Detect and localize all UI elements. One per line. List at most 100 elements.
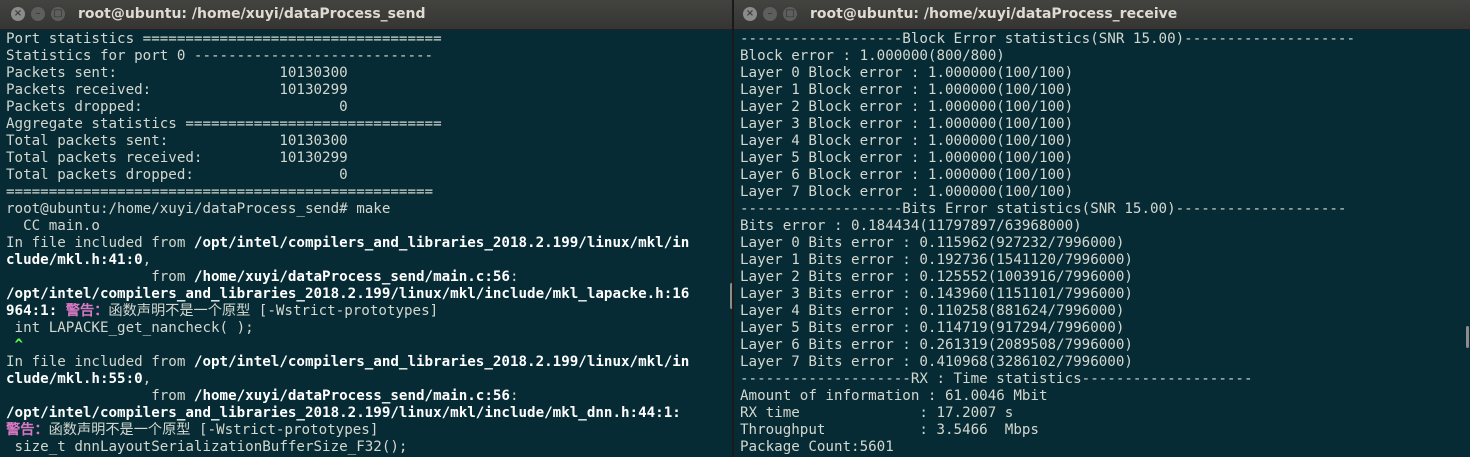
terminal-line: Layer 3 Bits error : 0.143960(1151101/79… [740,286,1470,303]
terminal-line: 警告：函数声明不是一个原型 [-Wstrict-prototypes] [6,422,734,439]
terminal-line: Layer 2 Block error : 1.000000(100/100) [740,99,1470,116]
minimize-icon: – [767,8,773,19]
terminal-line: from /home/xuyi/dataProcess_send/main.c:… [6,269,734,286]
maximize-button[interactable]: □ [51,7,65,21]
terminal-line: 964:1: 警告：函数声明不是一个原型 [-Wstrict-prototype… [6,303,734,320]
terminal-line: RX time : 17.2007 s [740,405,1470,422]
line-segment: 964:1: [6,303,66,319]
line-segment: /opt/intel/compilers_and_libraries_2018.… [6,405,681,421]
terminal-line: -------------------Block Error statistic… [740,31,1470,48]
line-segment: -------------------Block Error statistic… [740,31,1355,47]
maximize-button[interactable]: □ [783,7,797,21]
line-segment: Layer 7 Block error : 1.000000(100/100) [740,184,1074,200]
warning-label: 警告： [6,422,49,438]
line-segment: clude/mkl.h:41:0 [6,252,143,268]
terminal-line: Layer 0 Block error : 1.000000(100/100) [740,65,1470,82]
line-segment: Layer 1 Bits error : 0.192736(1541120/79… [740,252,1133,268]
terminal-line: Layer 7 Bits error : 0.410968(3286102/79… [740,354,1470,371]
terminal-line: size_t dnnLayoutSerializationBufferSize_… [6,439,734,456]
line-segment: /opt/intel/compilers_and_libraries_2018.… [193,354,690,370]
titlebar[interactable]: × – □ root@ubuntu: /home/xuyi/dataProces… [734,0,1470,30]
line-segment: , [142,252,152,268]
maximize-icon: □ [785,8,795,19]
close-button[interactable]: × [11,7,25,21]
terminal-line: CC main.o [6,218,734,235]
line-segment: root@ubuntu:/home/xuyi/dataProcess_send#… [6,201,391,217]
line-segment: , [142,371,152,387]
line-segment: Layer 6 Bits error : 0.261319(2089508/79… [740,337,1133,353]
line-segment: : [509,269,519,285]
terminal-line: /opt/intel/compilers_and_libraries_2018.… [6,405,734,422]
close-button[interactable]: × [743,7,757,21]
line-segment: : [509,388,519,404]
terminal-line: Layer 5 Bits error : 0.114719(917294/799… [740,320,1470,337]
terminal-line: Amount of information : 61.0046 Mbit [740,388,1470,405]
warning-label: 警告： [65,303,109,319]
terminal-line: clude/mkl.h:55:0, [6,371,734,388]
line-segment: Layer 0 Block error : 1.000000(100/100) [740,65,1074,81]
terminal-line: Layer 6 Bits error : 0.261319(2089508/79… [740,337,1470,354]
line-segment: Packets received: 10130299 [6,82,348,98]
terminal-line: Statistics for port 0 ------------------… [6,48,734,65]
line-segment: Statistics for port 0 ------------------… [6,48,434,64]
scrollbar[interactable] [1464,0,1470,457]
terminal-line: -------------------Bits Error statistics… [740,201,1470,218]
line-segment: from [6,269,194,285]
line-segment: RX time : 17.2007 s [740,405,1014,421]
terminal-output[interactable]: -------------------Block Error statistic… [734,30,1470,457]
terminal-line: Layer 1 Bits error : 0.192736(1541120/79… [740,252,1470,269]
line-segment: /opt/intel/compilers_and_libraries_2018.… [6,286,690,302]
close-icon: × [745,8,755,19]
terminal-window-send[interactable]: × – □ root@ubuntu: /home/xuyi/dataProces… [0,0,734,457]
terminal-line: Block error : 1.000000(800/800) [740,48,1470,65]
terminal-line: Layer 0 Bits error : 0.115962(927232/799… [740,235,1470,252]
terminal-line: ^ [6,337,734,354]
line-segment: ^ [6,337,24,353]
line-segment: Layer 2 Block error : 1.000000(100/100) [740,99,1074,115]
titlebar[interactable]: × – □ root@ubuntu: /home/xuyi/dataProces… [0,0,734,30]
line-segment: Block error : 1.000000(800/800) [740,48,1005,64]
scroll-thumb[interactable] [1466,326,1469,348]
line-segment: Packets sent: 10130300 [6,65,348,81]
line-segment: Layer 6 Block error : 1.000000(100/100) [740,167,1074,183]
line-segment: In file included from [6,235,194,251]
terminal-line: Package Count:5601 [740,439,1470,456]
terminal-line: --------------------RX : Time statistics… [740,371,1470,388]
line-segment: clude/mkl.h:55:0 [6,371,143,387]
line-segment: /home/xuyi/dataProcess_send/main.c:56 [193,388,510,404]
line-segment: -------------------Bits Error statistics… [740,201,1347,217]
line-segment: Layer 0 Bits error : 0.115962(927232/799… [740,235,1125,251]
terminal-line: Layer 4 Block error : 1.000000(100/100) [740,133,1470,150]
line-segment: Layer 3 Block error : 1.000000(100/100) [740,116,1074,132]
line-segment: /home/xuyi/dataProcess_send/main.c:56 [193,269,510,285]
line-segment: Layer 7 Bits error : 0.410968(3286102/79… [740,354,1133,370]
line-segment: Layer 4 Bits error : 0.110258(881624/799… [740,303,1125,319]
line-segment: Layer 5 Bits error : 0.114719(917294/799… [740,320,1125,336]
line-segment: Packets dropped: 0 [6,99,348,115]
line-segment: Total packets dropped: 0 [6,167,348,183]
terminal-line: Aggregate statistics ===================… [6,116,734,133]
minimize-button[interactable]: – [763,7,777,21]
line-segment: 函数声明不是一个原型 [-Wstrict-prototypes] [48,422,379,438]
line-segment: Total packets sent: 10130300 [6,133,348,149]
terminal-line: Throughput : 3.5466 Mbps [740,422,1470,439]
terminal-line: Layer 2 Bits error : 0.125552(1003916/79… [740,269,1470,286]
line-segment: --------------------RX : Time statistics… [740,371,1253,387]
line-segment: /opt/intel/compilers_and_libraries_2018.… [193,235,690,251]
terminal-line: Port statistics ========================… [6,31,734,48]
terminal-window-receive[interactable]: × – □ root@ubuntu: /home/xuyi/dataProces… [734,0,1470,457]
terminal-line: root@ubuntu:/home/xuyi/dataProcess_send#… [6,201,734,218]
terminal-line: Bits error : 0.184434(11797897/63968000) [740,218,1470,235]
line-segment: 函数声明不是一个原型 [-Wstrict-prototypes] [108,303,439,319]
terminal-line: Layer 6 Block error : 1.000000(100/100) [740,167,1470,184]
terminal-output[interactable]: Port statistics ========================… [0,30,734,457]
line-segment: size_t dnnLayoutSerializationBufferSize_… [6,439,408,455]
terminal-line: Total packets dropped: 0 [6,167,734,184]
minimize-button[interactable]: – [31,7,45,21]
terminal-line: Layer 1 Block error : 1.000000(100/100) [740,82,1470,99]
terminal-line: /opt/intel/compilers_and_libraries_2018.… [6,286,734,303]
line-segment: Aggregate statistics ===================… [6,116,442,132]
terminal-line: Total packets sent: 10130300 [6,133,734,150]
terminal-line: Layer 7 Block error : 1.000000(100/100) [740,184,1470,201]
terminal-line: Layer 5 Block error : 1.000000(100/100) [740,150,1470,167]
